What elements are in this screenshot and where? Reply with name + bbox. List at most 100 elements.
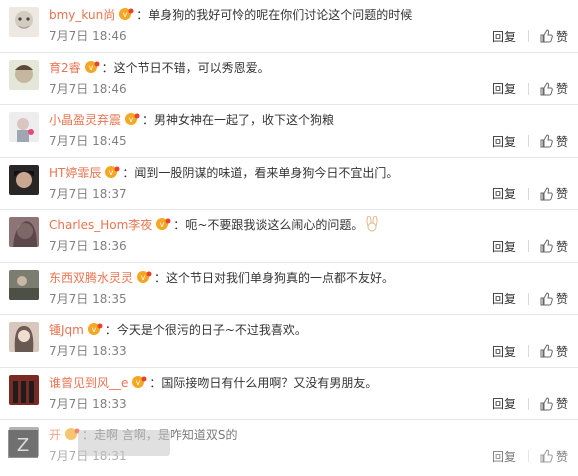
svg-text:v: v [91, 325, 96, 334]
like-label: 赞 [555, 397, 568, 411]
colon-separator: ： [154, 270, 167, 285]
like-button[interactable]: 赞 [539, 395, 568, 412]
comment-time: 7月7日 18:37 [49, 186, 127, 201]
reply-button[interactable]: 回复 [492, 343, 516, 360]
like-label: 赞 [555, 29, 568, 44]
username-link[interactable]: 谁曾见到风__e [49, 376, 128, 390]
comment-time: 7月7日 18:46 [49, 81, 127, 96]
vip-badge-icon: v [124, 112, 140, 126]
divider [527, 292, 529, 305]
comment-text: 今天是个很污的日子~不过我喜欢。 [116, 323, 307, 337]
like-label: 赞 [555, 187, 568, 201]
username-link[interactable]: 锺Jqm [49, 323, 84, 337]
comment-text: 国际接吻日有什么用啊？又没有男朋友。 [161, 375, 378, 390]
divider [527, 397, 529, 410]
comment-text: 闻到一股阴谋的味道，看来单身狗今日不宜出门。 [134, 165, 399, 180]
divider [527, 30, 529, 42]
comment-text: 呃~不要跟我谈这么闹心的问题。 [185, 218, 364, 232]
like-label: 赞 [555, 134, 568, 149]
vip-badge-icon: v [131, 375, 147, 389]
comment-time: 7月7日 18:35 [49, 291, 127, 306]
comment-text: 单身狗的我好可怜的呢在你们讨论这个问题的时候 [148, 8, 413, 22]
comment-item: 育2睿 v ：这个节日不错，可以秀恩爱。 7月7日 18:46 回复 赞 [0, 53, 578, 105]
username-link[interactable]: HT婷霏辰 [49, 166, 101, 180]
comment-item: 谁曾见到风__e v ：国际接吻日有什么用啊？又没有男朋友。 7月7日 18:33 … [0, 368, 578, 420]
comment-item: 小晶盈灵弃震 v ：男神女神在一起了，收下这个狗粮 7月7日 18:45 回复 赞 [0, 105, 578, 158]
like-label: 赞 [555, 82, 568, 96]
comment-text: 男神女神在一起了，收下这个狗粮 [154, 113, 335, 127]
reply-button[interactable]: 回复 [492, 80, 516, 97]
colon-separator: ： [149, 375, 162, 390]
svg-text:v: v [160, 220, 165, 229]
svg-text:v: v [88, 63, 93, 72]
colon-separator: ： [142, 113, 155, 127]
comment-time: 7月7日 18:33 [49, 396, 127, 411]
avatar[interactable] [9, 112, 39, 142]
like-label: 赞 [555, 239, 568, 254]
comment-item: HT婷霏辰 v ：闻到一股阴谋的味道，看来单身狗今日不宜出门。 7月7日 18:37… [0, 158, 578, 210]
divider [527, 135, 529, 147]
avatar[interactable] [9, 374, 39, 405]
avatar[interactable] [9, 269, 39, 300]
divider [527, 82, 529, 95]
avatar[interactable] [9, 322, 39, 352]
colon-separator: ： [101, 60, 114, 75]
reply-button[interactable]: 回复 [492, 133, 516, 150]
username-link[interactable]: 育2睿 [49, 61, 81, 75]
thumbs-up-icon [540, 344, 553, 358]
reply-button[interactable]: 回复 [492, 185, 516, 202]
like-button[interactable]: 赞 [539, 343, 568, 360]
comment-text: 这个节日不错，可以秀恩爱。 [113, 60, 270, 75]
watermark-overlay: Z [0, 424, 578, 472]
vip-badge-icon: v [155, 217, 171, 231]
reply-button[interactable]: 回复 [492, 395, 516, 412]
reply-button[interactable]: 回复 [492, 290, 516, 307]
divider [527, 187, 529, 200]
reply-button[interactable]: 回复 [492, 238, 516, 255]
like-label: 赞 [555, 292, 568, 306]
bunny-emoji-icon [363, 215, 381, 232]
comment-item: 东西双腾水灵灵 v ：这个节日对我们单身狗真的一点都不友好。 7月7日 18:35 … [0, 263, 578, 315]
username-link[interactable]: 东西双腾水灵灵 [49, 271, 133, 285]
divider [527, 345, 529, 357]
svg-text:v: v [136, 378, 141, 387]
comment-item: 锺Jqm v ：今天是个很污的日子~不过我喜欢。 7月7日 18:33 回复 赞 [0, 315, 578, 368]
svg-text:v: v [123, 10, 128, 19]
reply-button[interactable]: 回复 [492, 28, 516, 45]
thumbs-up-icon [540, 134, 553, 148]
comment-time: 7月7日 18:36 [49, 239, 127, 253]
username-link[interactable]: bmy_kun尚 [49, 8, 115, 22]
vip-badge-icon: v [136, 270, 152, 284]
like-button[interactable]: 赞 [539, 290, 568, 307]
colon-separator: ： [104, 323, 117, 337]
thumbs-up-icon [540, 239, 553, 253]
username-link[interactable]: Charles_Hom李夜 [49, 218, 152, 232]
vip-badge-icon: v [87, 322, 103, 336]
comment-text: 这个节日对我们单身狗真的一点都不友好。 [166, 270, 395, 285]
svg-text:v: v [109, 168, 114, 177]
username-link[interactable]: 小晶盈灵弃震 [49, 113, 121, 127]
divider [527, 240, 529, 252]
svg-text:Z: Z [17, 435, 29, 456]
thumbs-up-icon [540, 81, 553, 95]
avatar[interactable] [9, 217, 39, 247]
like-button[interactable]: 赞 [539, 133, 568, 150]
avatar[interactable] [9, 164, 39, 195]
like-button[interactable]: 赞 [539, 80, 568, 97]
svg-text:v: v [129, 115, 134, 124]
like-label: 赞 [555, 344, 568, 359]
like-button[interactable]: 赞 [539, 238, 568, 255]
like-button[interactable]: 赞 [539, 28, 568, 45]
thumbs-up-icon [540, 186, 553, 200]
vip-badge-icon: v [104, 165, 120, 179]
thumbs-up-icon [540, 291, 553, 305]
colon-separator: ： [173, 218, 186, 232]
comment-time: 7月7日 18:33 [49, 344, 127, 358]
avatar[interactable] [9, 59, 39, 90]
like-button[interactable]: 赞 [539, 185, 568, 202]
avatar[interactable] [9, 7, 39, 37]
vip-badge-icon: v [118, 7, 134, 21]
vip-badge-icon: v [84, 60, 100, 74]
comment-time: 7月7日 18:46 [49, 29, 127, 43]
comment-item: Charles_Hom李夜 v ：呃~不要跟我谈这么闹心的问题。 7月7日 18:3… [0, 210, 578, 263]
